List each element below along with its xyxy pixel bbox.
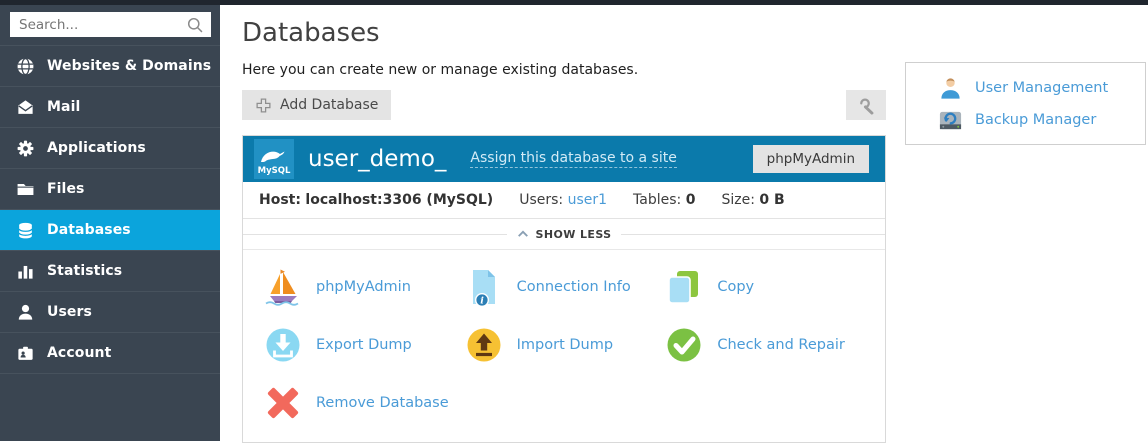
host-value: localhost:3306 (MySQL) bbox=[305, 192, 493, 208]
page-subtitle: Here you can create new or manage existi… bbox=[242, 62, 638, 78]
remove-database-icon bbox=[263, 383, 303, 423]
add-database-label: Add Database bbox=[280, 97, 378, 113]
sidebar-divider bbox=[0, 373, 220, 374]
globe-icon bbox=[15, 56, 35, 76]
action-connection-info[interactable]: i Connection Info bbox=[464, 262, 665, 312]
action-label: phpMyAdmin bbox=[316, 279, 411, 295]
sidebar-item-files[interactable]: Files bbox=[0, 168, 220, 209]
database-icon bbox=[15, 220, 35, 240]
action-remove-database[interactable]: Remove Database bbox=[263, 378, 464, 428]
plesk-app: Websites & Domains Mail bbox=[0, 0, 1148, 441]
backup-manager-link[interactable]: Backup Manager bbox=[937, 104, 1145, 136]
connection-info-icon: i bbox=[464, 267, 504, 307]
sidebar-item-label: Users bbox=[47, 304, 92, 320]
divider-line bbox=[243, 234, 507, 235]
import-dump-icon bbox=[464, 325, 504, 365]
sidebar-search bbox=[10, 12, 211, 37]
size-value: 0 B bbox=[759, 192, 784, 208]
user-management-link[interactable]: User Management bbox=[937, 72, 1145, 104]
sidebar-item-account[interactable]: Account bbox=[0, 332, 220, 373]
database-actions: phpMyAdmin i Connection Info bbox=[243, 250, 885, 442]
size-info: Size: 0 B bbox=[721, 192, 784, 208]
host-label: Host: bbox=[259, 192, 301, 208]
action-export-dump[interactable]: Export Dump bbox=[263, 320, 464, 370]
assign-database-link[interactable]: Assign this database to a site bbox=[470, 150, 676, 168]
database-name: user_demo_ bbox=[308, 146, 446, 172]
sidebar-item-label: Mail bbox=[47, 99, 80, 115]
toolbar: Add Database bbox=[242, 90, 886, 120]
tables-label: Tables: bbox=[633, 192, 681, 208]
show-less-toggle[interactable]: SHOW LESS bbox=[517, 228, 612, 241]
show-less-row: SHOW LESS bbox=[243, 219, 885, 250]
search-input[interactable] bbox=[10, 12, 211, 37]
bar-chart-icon bbox=[15, 261, 35, 281]
panel-item-label: Backup Manager bbox=[975, 112, 1096, 128]
export-dump-icon bbox=[263, 325, 303, 365]
database-info-row: Host: localhost:3306 (MySQL) Users: user… bbox=[243, 182, 885, 219]
mysql-logo-icon: MySQL bbox=[254, 139, 294, 179]
svg-text:i: i bbox=[480, 296, 484, 307]
action-phpmyadmin[interactable]: phpMyAdmin bbox=[263, 262, 464, 312]
check-and-repair-icon bbox=[664, 325, 704, 365]
action-import-dump[interactable]: Import Dump bbox=[464, 320, 665, 370]
sidebar-item-mail[interactable]: Mail bbox=[0, 86, 220, 127]
sidebar-item-label: Account bbox=[47, 345, 111, 361]
add-database-button[interactable]: Add Database bbox=[242, 90, 391, 120]
user-icon bbox=[15, 302, 35, 322]
host-info: Host: localhost:3306 (MySQL) bbox=[259, 192, 493, 208]
action-check-and-repair[interactable]: Check and Repair bbox=[664, 320, 865, 370]
tables-info: Tables: 0 bbox=[633, 192, 695, 208]
search-icon[interactable] bbox=[186, 16, 204, 34]
action-label: Export Dump bbox=[316, 337, 412, 353]
user-management-icon bbox=[937, 75, 963, 101]
related-tools-panel: User Management Backup Manager bbox=[905, 62, 1146, 145]
phpmyadmin-button[interactable]: phpMyAdmin bbox=[753, 145, 869, 173]
sidebar-item-applications[interactable]: Applications bbox=[0, 127, 220, 168]
svg-text:MySQL: MySQL bbox=[258, 166, 291, 176]
sidebar-item-label: Databases bbox=[47, 222, 131, 238]
action-label: Import Dump bbox=[517, 337, 613, 353]
id-badge-icon bbox=[15, 343, 35, 363]
chevron-up-icon bbox=[517, 230, 529, 238]
users-value-link[interactable]: user1 bbox=[568, 192, 607, 208]
sidebar-item-statistics[interactable]: Statistics bbox=[0, 250, 220, 291]
mail-icon bbox=[15, 97, 35, 117]
folder-icon bbox=[15, 179, 35, 199]
users-info: Users: user1 bbox=[519, 192, 607, 208]
sidebar-item-users[interactable]: Users bbox=[0, 291, 220, 332]
sidebar-item-label: Files bbox=[47, 181, 85, 197]
database-card: MySQL user_demo_ Assign this database to… bbox=[242, 135, 886, 443]
sidebar-item-websites-domains[interactable]: Websites & Domains bbox=[0, 45, 220, 86]
size-label: Size: bbox=[721, 192, 754, 208]
phpmyadmin-sailboat-icon bbox=[263, 267, 303, 307]
action-label: Copy bbox=[717, 279, 754, 295]
page-title: Databases bbox=[242, 18, 380, 48]
plus-icon bbox=[255, 97, 272, 114]
copy-icon bbox=[664, 267, 704, 307]
sidebar-item-label: Applications bbox=[47, 140, 146, 156]
gear-icon bbox=[15, 138, 35, 158]
action-copy[interactable]: Copy bbox=[664, 262, 865, 312]
action-label: Check and Repair bbox=[717, 337, 845, 353]
action-label: Connection Info bbox=[517, 279, 631, 295]
database-card-header: MySQL user_demo_ Assign this database to… bbox=[243, 136, 885, 182]
tables-value: 0 bbox=[686, 192, 696, 208]
sidebar-item-label: Websites & Domains bbox=[47, 58, 211, 74]
action-label: Remove Database bbox=[316, 395, 449, 411]
backup-manager-icon bbox=[937, 107, 963, 133]
sidebar: Websites & Domains Mail bbox=[0, 5, 220, 441]
divider-line bbox=[621, 234, 885, 235]
panel-item-label: User Management bbox=[975, 80, 1108, 96]
show-less-label: SHOW LESS bbox=[536, 228, 612, 241]
sidebar-item-label: Statistics bbox=[47, 263, 122, 279]
main-content: Databases Here you can create new or man… bbox=[220, 5, 1148, 441]
users-label: Users: bbox=[519, 192, 563, 208]
sidebar-item-databases[interactable]: Databases bbox=[0, 209, 220, 250]
wrench-icon[interactable] bbox=[846, 90, 886, 120]
